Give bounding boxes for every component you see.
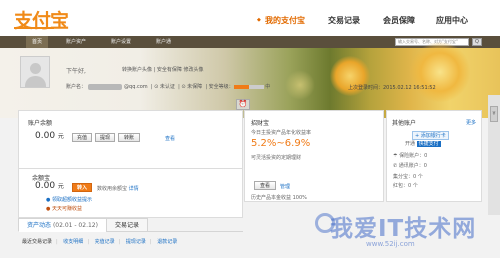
withdraw-button[interactable]: 提现	[95, 133, 115, 142]
balance-view-link[interactable]: 查看	[165, 135, 175, 142]
communication-account: ✆ 通讯账户：0	[393, 163, 427, 169]
zhaocaibao-panel: 招财宝 今日主投资产品年化收益率 5.2%~6.9% 可灵活投资的定期理财 查看…	[244, 110, 384, 202]
security-label: 安全等级：	[208, 84, 234, 90]
balance-title: 账户余额	[28, 120, 53, 127]
top-header: 支付宝 我的支付宝 交易记录 会员保障 应用中心	[0, 0, 500, 36]
alarm-icon[interactable]: ⏰	[236, 99, 250, 110]
yuebao-panel: 余额宝 0.00 元 转入 数收用余额宝 详情 ● 领取超额收益提示 ● 天天可…	[18, 168, 243, 218]
zhaocaibao-manage-link[interactable]: 管理	[280, 183, 290, 190]
open-kuaijie[interactable]: 开通 快捷支付	[405, 140, 441, 147]
nav-member-protection[interactable]: 会员保障	[383, 15, 415, 26]
avatar[interactable]	[20, 56, 50, 88]
refund-records-link[interactable]: 退款记录	[157, 239, 177, 245]
withdraw-records-link[interactable]: 提现记录	[126, 239, 146, 245]
umbrella-icon: ☂	[393, 153, 398, 159]
other-accounts-panel: 其他账户 更多 + 添加银行卡 开通 快捷支付 ☂ 保险账户：0 ✆ 通讯账户：…	[386, 110, 482, 202]
scroll-thumb[interactable]: ¥	[490, 106, 498, 122]
transfer-in-button[interactable]: 转入	[72, 183, 92, 192]
watermark-text: 我爱IT技术网	[330, 216, 477, 242]
zhaocaibao-note-2: 可灵活投资的定期理财	[251, 155, 302, 161]
kuaijie-badge: 快捷支付	[416, 141, 441, 147]
zhaocaibao-footer: 历史产品本金收益 100%	[251, 195, 307, 201]
hongbao: 红包：0 个	[393, 183, 418, 189]
transfer-button[interactable]: 转账	[118, 133, 140, 142]
add-bank-card-button[interactable]: + 添加银行卡	[412, 131, 449, 140]
income-expense-link[interactable]: 收支明细	[63, 239, 83, 245]
account-info: 账户名： @qq.com | ⊙ 未认证 | ⊙ 未保障 | 安全等级： 中	[66, 83, 271, 90]
subnav-settings[interactable]: 账户设置	[105, 36, 137, 48]
account-label: 账户名：	[66, 84, 87, 90]
zhaocaibao-title: 招财宝	[251, 120, 270, 127]
avatar-links[interactable]: 转换账户头像 | 安全有保障 修改头像	[122, 66, 203, 73]
security-meter	[233, 84, 264, 89]
yuebao-note: 数收用余额宝 详情	[97, 186, 139, 192]
balance-panel: 账户余额 0.00 元 充值 提现 转账 查看	[18, 110, 243, 170]
profile-banner: 下午好, 转换账户头像 | 安全有保障 修改头像 账户名： @qq.com | ⊙…	[0, 42, 500, 118]
yuebao-detail-link[interactable]: 详情	[129, 186, 139, 192]
account-email: @qq.com	[124, 84, 148, 90]
zhaocaibao-note: 今日主投资产品年化收益率	[251, 130, 312, 136]
other-accounts-title: 其他账户	[392, 120, 417, 127]
last-login-time: 上次登录时间：2015.02.12 16:51:52	[348, 85, 436, 91]
recharge-records-link[interactable]: 充值记录	[95, 239, 115, 245]
flower-decoration	[410, 42, 470, 102]
yuebao-amount: 0.00 元	[35, 181, 64, 191]
masked-email	[88, 83, 123, 90]
nav-my-alipay[interactable]: 我的支付宝	[257, 15, 305, 26]
search-icon[interactable]: Q	[472, 38, 482, 46]
yuebao-tip-2[interactable]: ● 天天可赚收益	[46, 205, 82, 212]
insurance-account: ☂ 保险账户：0	[393, 153, 428, 159]
phone-icon: ✆	[393, 163, 398, 169]
jifenbao: 集分宝：0 个	[393, 174, 423, 180]
yuebao-tip-1[interactable]: ● 领取超额收益提示	[46, 196, 92, 203]
tab-transaction-records[interactable]: 交易记录	[106, 218, 149, 232]
subnav-home[interactable]: 首页	[26, 36, 49, 48]
not-bound-label[interactable]: 未保障	[187, 84, 202, 90]
tab-asset-dynamics[interactable]: 资产动态 (02.01 - 02.12)	[18, 218, 107, 232]
recent-records-link[interactable]: 最近交易记录	[22, 239, 52, 245]
logo-underline	[14, 27, 54, 29]
unverified-label[interactable]: 未认证	[160, 84, 175, 90]
balance-amount: 0.00 元	[35, 131, 64, 141]
subnav-account-pass[interactable]: 账户通	[150, 36, 177, 48]
nav-app-center[interactable]: 应用中心	[436, 15, 468, 26]
flower-decoration	[285, 70, 315, 100]
subnav-assets[interactable]: 账户资产	[60, 36, 92, 48]
zhaocaibao-view-button[interactable]: 查看	[254, 181, 276, 190]
watermark-url: www.52ij.com	[366, 240, 415, 248]
zhaocaibao-rate: 5.2%~6.9%	[251, 138, 311, 149]
more-link[interactable]: 更多	[466, 119, 476, 126]
greeting-text: 下午好,	[66, 68, 86, 75]
nav-transactions[interactable]: 交易记录	[328, 15, 360, 26]
asset-tabs: 资产动态 (02.01 - 02.12) 交易记录	[18, 218, 243, 232]
security-value: 中	[265, 84, 271, 90]
record-links: 最近交易记录 | 收支明细 | 充值记录 | 提现记录 | 退款记录	[22, 239, 178, 245]
recharge-button[interactable]: 充值	[72, 133, 92, 142]
